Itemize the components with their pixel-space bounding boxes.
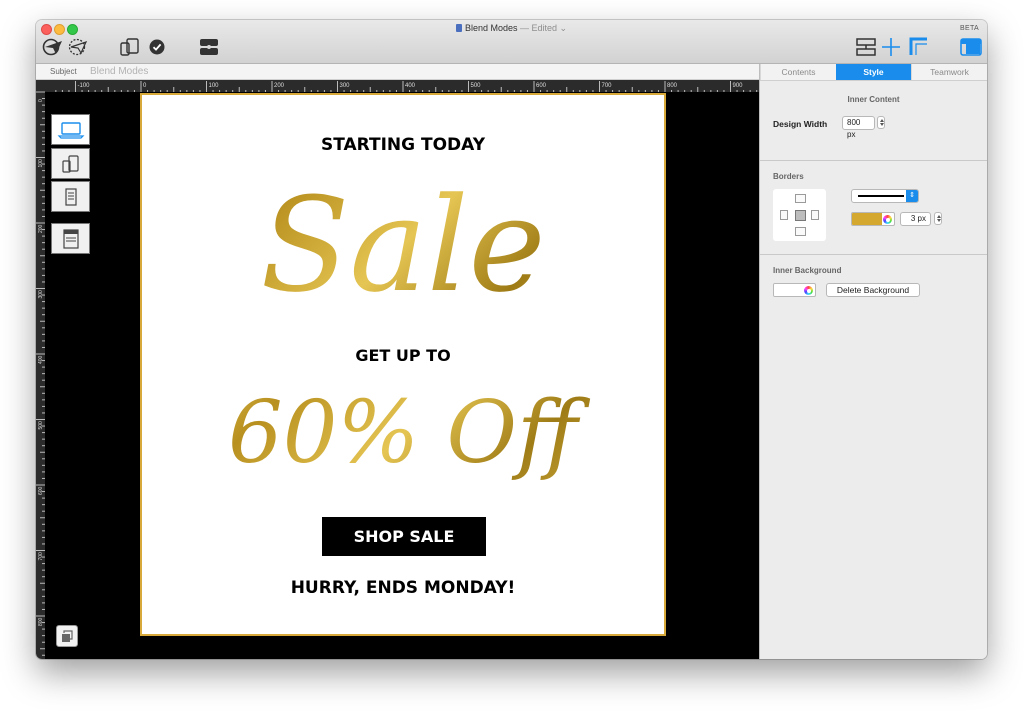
tab-teamwork[interactable]: Teamwork [911, 64, 987, 80]
ruler-label: 800 [667, 83, 678, 89]
border-right-toggle[interactable] [811, 210, 819, 220]
mobile-view-button[interactable] [51, 148, 90, 179]
vertical-ruler: 0 100 200 300 400 500 600 700 800 [36, 80, 45, 659]
layers-icon [62, 630, 73, 642]
inner-content-title: Inner Content [847, 95, 900, 104]
ruler-label: 400 [405, 83, 416, 89]
preview-icon[interactable] [199, 38, 219, 56]
inspector-tabs: Contents Style Teamwork [760, 64, 987, 81]
color-wheel-icon [804, 286, 813, 295]
ruler-label: 700 [38, 552, 44, 561]
tab-style[interactable]: Style [836, 64, 911, 80]
border-color-swatch [852, 213, 882, 225]
desktop-view-icon [57, 121, 84, 139]
background-color-well[interactable] [773, 283, 816, 297]
inner-background-title: Inner Background [773, 266, 842, 275]
test-send-icon[interactable] [66, 37, 88, 57]
ruler-icon[interactable] [909, 37, 929, 57]
subject-bar: Subject Blend Modes [36, 64, 759, 80]
move-icon[interactable] [881, 37, 901, 57]
sidebar-icon[interactable] [960, 38, 982, 56]
tab-contents[interactable]: Contents [760, 64, 836, 80]
border-width-stepper[interactable] [934, 212, 942, 225]
border-style-select[interactable]: ⇕ [851, 189, 919, 203]
design-width-input[interactable]: 800 px [842, 116, 875, 139]
inspector-panel: Inner Content Design Width 800 px Border… [760, 81, 987, 659]
ruler-label: 900 [733, 83, 744, 89]
sale-heading[interactable]: Sale [142, 165, 664, 325]
delete-background-button[interactable]: Delete Background [826, 283, 920, 297]
border-width-input[interactable]: 3 px [900, 212, 931, 226]
ruler-label: 0 [38, 99, 44, 102]
ruler-label: 600 [536, 83, 547, 89]
color-wheel-icon [883, 215, 892, 224]
ruler-label: 600 [38, 486, 44, 495]
borders-title: Borders [773, 172, 804, 181]
ruler-label: -100 [78, 83, 91, 89]
ruler-label: 800 [38, 617, 44, 626]
check-icon[interactable] [149, 39, 165, 55]
document-name: Blend Modes [464, 23, 518, 33]
ruler-label: 0 [143, 83, 147, 89]
document-icon [455, 24, 462, 32]
border-side-selector[interactable] [773, 189, 826, 241]
border-all-toggle[interactable] [795, 210, 806, 221]
design-width-stepper[interactable] [877, 116, 885, 129]
text-view-button[interactable] [51, 181, 90, 212]
section-divider [760, 254, 987, 255]
discount-heading[interactable]: 60% Off [142, 378, 664, 488]
design-width-label: Design Width [773, 119, 828, 129]
ruler-label: 300 [38, 290, 44, 299]
desktop-view-button[interactable] [51, 114, 90, 145]
mobile-view-icon [61, 154, 79, 173]
layout-icon[interactable] [856, 37, 876, 57]
ruler-label: 400 [38, 355, 44, 364]
solid-line-preview [858, 195, 904, 197]
border-color-well[interactable] [851, 212, 895, 226]
devices-icon[interactable] [120, 37, 140, 57]
beta-badge: BETA [960, 25, 979, 32]
vertical-ruler-ticks: 0 100 200 300 400 500 600 700 800 [36, 91, 45, 656]
ruler-label: 500 [38, 421, 44, 430]
ruler-label: 100 [209, 83, 220, 89]
text-view-icon [64, 187, 77, 206]
horizontal-ruler-ticks: -100 0 100 200 300 400 500 600 700 800 900 [55, 81, 758, 92]
design-canvas[interactable]: STARTING TODAY Sale GET UP TO 60% Off SH… [45, 92, 759, 659]
headline-get-up-to[interactable]: GET UP TO [142, 346, 664, 365]
ruler-label: 100 [38, 159, 44, 168]
ruler-label: 200 [274, 83, 285, 89]
horizontal-ruler: -100 0 100 200 300 400 500 600 700 800 900 [45, 80, 759, 92]
layers-button[interactable] [56, 625, 78, 647]
window-title: Blend Modes — Edited ⌄ [36, 23, 987, 34]
source-view-button[interactable] [51, 223, 90, 254]
section-divider [760, 160, 987, 161]
footer-text[interactable]: HURRY, ENDS MONDAY! [142, 578, 664, 598]
ruler-label: 200 [38, 224, 44, 233]
headline-starting-today[interactable]: STARTING TODAY [142, 135, 664, 155]
source-view-icon [62, 228, 79, 249]
background-color-swatch [774, 284, 803, 296]
send-icon[interactable] [42, 37, 64, 57]
app-window: Blend Modes — Edited ⌄ BETA Subject Blen… [36, 20, 987, 659]
ruler-label: 500 [471, 83, 482, 89]
border-bottom-toggle[interactable] [795, 227, 806, 236]
titlebar: Blend Modes — Edited ⌄ BETA [36, 20, 987, 64]
shop-sale-button[interactable]: SHOP SALE [322, 517, 486, 556]
select-arrows-icon: ⇕ [906, 190, 918, 202]
ruler-label: 300 [340, 83, 351, 89]
subject-label: Subject [50, 67, 77, 76]
ruler-label: 700 [602, 83, 613, 89]
email-artboard[interactable]: STARTING TODAY Sale GET UP TO 60% Off SH… [140, 93, 666, 636]
edited-status: — Edited ⌄ [520, 23, 568, 33]
border-left-toggle[interactable] [780, 210, 788, 220]
border-top-toggle[interactable] [795, 194, 806, 203]
subject-input[interactable]: Blend Modes [90, 66, 148, 77]
